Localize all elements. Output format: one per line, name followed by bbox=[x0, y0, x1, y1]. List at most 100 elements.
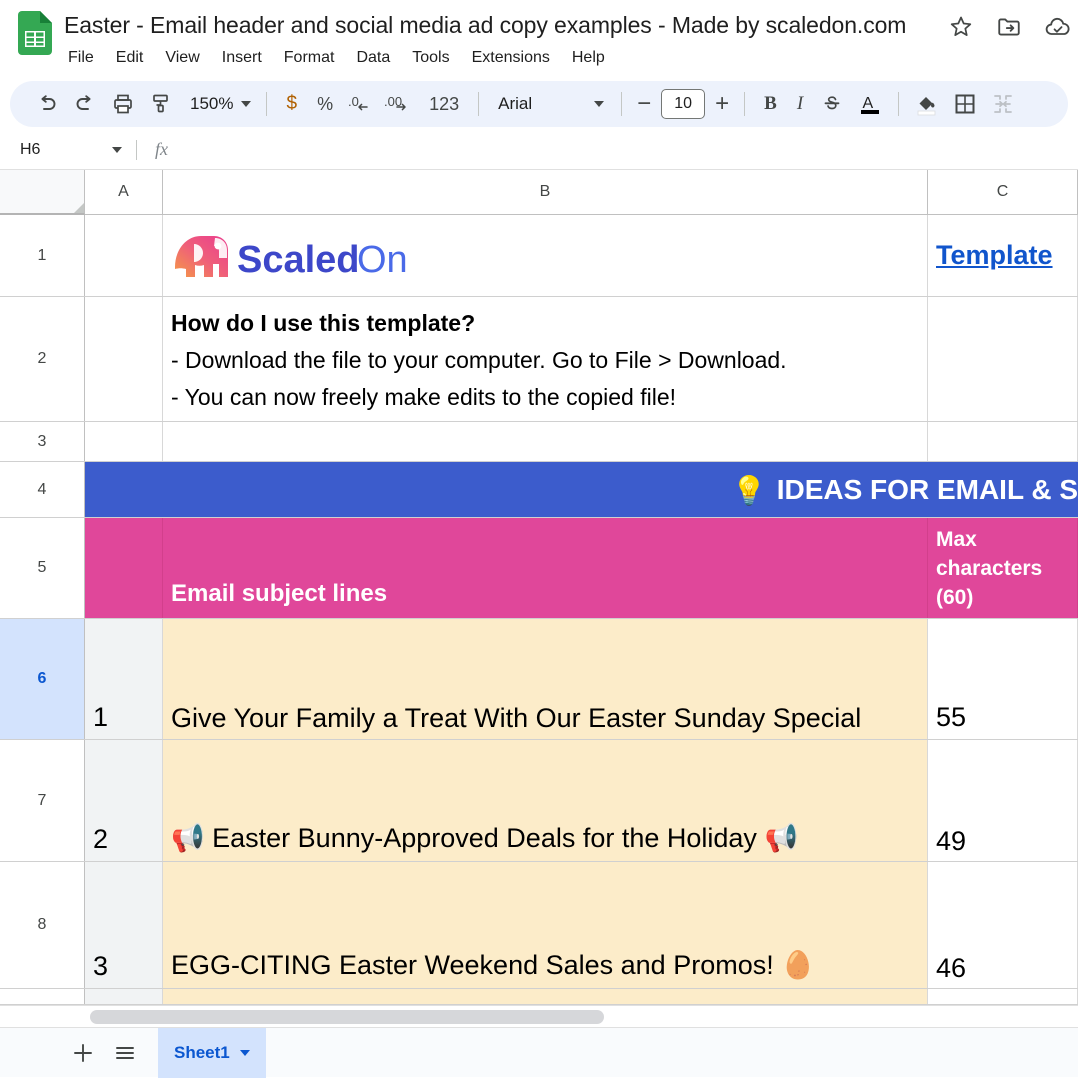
row-header-7[interactable]: 7 bbox=[0, 740, 85, 861]
zoom-selector[interactable]: 150% bbox=[180, 94, 257, 114]
cell-c1[interactable]: Template bbox=[928, 215, 1078, 296]
font-size-input[interactable]: 10 bbox=[661, 89, 706, 119]
cell-c8[interactable]: 46 bbox=[928, 862, 1078, 988]
cell-b9[interactable] bbox=[163, 989, 928, 1004]
sheet-tab-sheet1[interactable]: Sheet1 bbox=[158, 1027, 266, 1078]
decrease-font-size-button[interactable]: − bbox=[631, 91, 657, 117]
fill-color-button[interactable] bbox=[908, 85, 946, 123]
cell-c5[interactable]: Max characters (60) bbox=[928, 518, 1078, 618]
row-header-8[interactable]: 8 bbox=[0, 862, 85, 988]
row-header-1[interactable]: 1 bbox=[0, 215, 85, 296]
page-title[interactable]: Easter - Email header and social media a… bbox=[64, 10, 1078, 40]
cell-b6[interactable]: Give Your Family a Treat With Our Easter… bbox=[163, 619, 928, 739]
formula-input[interactable] bbox=[182, 130, 1078, 169]
paint-format-icon bbox=[153, 94, 168, 113]
cell-a2[interactable] bbox=[85, 297, 163, 421]
table-row: 7 2 📢 Easter Bunny-Approved Deals for th… bbox=[0, 740, 1078, 862]
row-header-4[interactable]: 4 bbox=[0, 462, 85, 517]
svg-text:On: On bbox=[357, 239, 408, 281]
paint-format-button[interactable] bbox=[142, 85, 180, 123]
email-subject-3: EGG-CITING Easter Weekend Sales and Prom… bbox=[171, 947, 815, 984]
move-to-folder-icon[interactable] bbox=[996, 14, 1022, 40]
menu-extensions[interactable]: Extensions bbox=[472, 46, 550, 70]
template-link[interactable]: Template bbox=[936, 240, 1053, 271]
scrollbar-thumb[interactable] bbox=[90, 1009, 604, 1024]
toolbar-divider-4 bbox=[744, 92, 746, 116]
cell-a1[interactable] bbox=[85, 215, 163, 296]
chevron-down-icon bbox=[239, 1049, 250, 1056]
cell-c9[interactable] bbox=[928, 989, 1078, 1004]
column-header-b[interactable]: B bbox=[163, 170, 928, 215]
star-icon[interactable] bbox=[948, 14, 974, 40]
horizontal-scrollbar[interactable] bbox=[0, 1005, 1078, 1027]
percent-format-button[interactable]: % bbox=[307, 94, 343, 115]
column-header-a[interactable]: A bbox=[85, 170, 163, 215]
cell-a9[interactable] bbox=[85, 989, 163, 1004]
table-row: 4 💡 IDEAS FOR EMAIL & S bbox=[0, 462, 1078, 518]
cell-a6[interactable]: 1 bbox=[85, 619, 163, 739]
cell-a7[interactable]: 2 bbox=[85, 740, 163, 861]
row-header-5[interactable]: 5 bbox=[0, 518, 85, 618]
cell-a3[interactable] bbox=[85, 422, 163, 461]
cell-a4[interactable] bbox=[85, 462, 163, 517]
cell-c6[interactable]: 55 bbox=[928, 619, 1078, 739]
cell-b2[interactable]: How do I use this template? - Download t… bbox=[163, 297, 928, 421]
menu-help[interactable]: Help bbox=[572, 46, 605, 70]
font-family-selector[interactable]: Arial bbox=[488, 94, 612, 114]
cell-b1[interactable]: Scaled On bbox=[163, 215, 928, 296]
print-button[interactable] bbox=[104, 85, 142, 123]
menu-format[interactable]: Format bbox=[284, 46, 335, 70]
menu-data[interactable]: Data bbox=[356, 46, 390, 70]
table-row: 2 How do I use this template? - Download… bbox=[0, 297, 1078, 422]
increase-decimal-button[interactable]: .00 bbox=[381, 85, 419, 123]
row-header-2[interactable]: 2 bbox=[0, 297, 85, 421]
table-row-partial bbox=[0, 989, 1078, 1005]
menu-view[interactable]: View bbox=[165, 46, 199, 70]
title-bar: Easter - Email header and social media a… bbox=[0, 0, 1078, 78]
select-all-corner[interactable] bbox=[0, 170, 85, 215]
strikethrough-button[interactable] bbox=[813, 85, 851, 123]
cell-b5[interactable]: Email subject lines bbox=[163, 518, 928, 618]
cell-b7[interactable]: 📢 Easter Bunny-Approved Deals for the Ho… bbox=[163, 740, 928, 861]
decrease-decimal-button[interactable]: .0 bbox=[343, 85, 381, 123]
menu-file[interactable]: File bbox=[68, 46, 94, 70]
increase-font-size-button[interactable]: + bbox=[709, 91, 735, 117]
cell-b4[interactable] bbox=[163, 462, 928, 517]
undo-button[interactable] bbox=[28, 85, 66, 123]
menu-insert[interactable]: Insert bbox=[222, 46, 262, 70]
menu-tools[interactable]: Tools bbox=[412, 46, 449, 70]
redo-button[interactable] bbox=[66, 85, 104, 123]
cell-a5[interactable] bbox=[85, 518, 163, 618]
add-sheet-button[interactable] bbox=[62, 1032, 104, 1074]
all-sheets-button[interactable] bbox=[104, 1032, 146, 1074]
cell-a8[interactable]: 3 bbox=[85, 862, 163, 988]
table-row: 1 Scaled On Template bbox=[0, 215, 1078, 297]
cell-c3[interactable] bbox=[928, 422, 1078, 461]
column-header-c[interactable]: C bbox=[928, 170, 1078, 215]
cell-b8[interactable]: EGG-CITING Easter Weekend Sales and Prom… bbox=[163, 862, 928, 988]
chevron-down-icon bbox=[594, 101, 605, 107]
bold-button[interactable]: B bbox=[754, 93, 787, 115]
text-color-icon: A bbox=[861, 95, 880, 114]
scaledon-elephant-logo: Scaled On bbox=[175, 235, 408, 281]
row-header-3[interactable]: 3 bbox=[0, 422, 85, 461]
scrollbar-track[interactable] bbox=[90, 1009, 1078, 1024]
max-chars-2: 49 bbox=[936, 826, 967, 856]
cell-b3[interactable] bbox=[163, 422, 928, 461]
currency-format-button[interactable]: $ bbox=[276, 93, 307, 115]
menu-edit[interactable]: Edit bbox=[116, 46, 144, 70]
row-header-9[interactable] bbox=[0, 989, 85, 1004]
merge-cells-button[interactable] bbox=[984, 85, 1022, 123]
borders-button[interactable] bbox=[946, 85, 984, 123]
italic-button[interactable]: I bbox=[787, 93, 813, 115]
text-color-button[interactable]: A bbox=[851, 85, 889, 123]
redo-icon bbox=[76, 95, 91, 110]
more-formats-button[interactable]: 123 bbox=[419, 94, 469, 115]
row-header-6[interactable]: 6 bbox=[0, 619, 85, 739]
cell-c2[interactable] bbox=[928, 297, 1078, 421]
cell-c7[interactable]: 49 bbox=[928, 740, 1078, 861]
table-row: 3 bbox=[0, 422, 1078, 462]
cell-c4[interactable] bbox=[928, 462, 1078, 517]
name-box[interactable]: H6 bbox=[0, 130, 136, 169]
cloud-saved-icon[interactable] bbox=[1044, 14, 1072, 40]
